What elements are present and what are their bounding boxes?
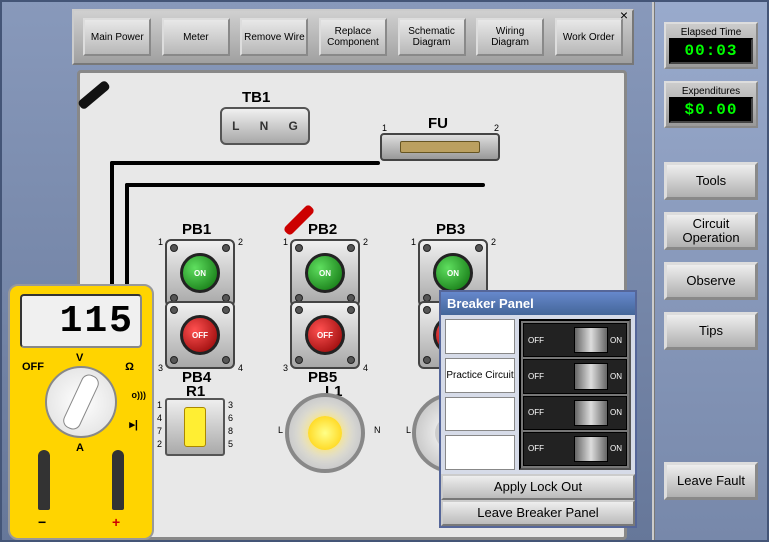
fu-pin1: 1 [382, 123, 387, 133]
tools-button[interactable]: Tools [664, 162, 758, 200]
l2-L: L [406, 425, 411, 435]
pb4-button[interactable]: OFF [165, 301, 235, 369]
dial-sound: o))) [132, 390, 147, 400]
elapsed-time-label: Elapsed Time [669, 27, 753, 38]
light-l1[interactable] [285, 393, 365, 473]
breaker-switch-4[interactable]: OFFON [523, 432, 627, 466]
pb2-button[interactable]: ON [290, 239, 360, 307]
probe-red-icon[interactable] [280, 202, 320, 242]
tb1-N: N [260, 119, 269, 133]
meter-button[interactable]: Meter [162, 18, 230, 56]
breaker-label-1 [445, 319, 515, 354]
relay-r1[interactable] [165, 398, 225, 456]
dial-off: OFF [22, 361, 44, 373]
tb1-label: TB1 [242, 89, 270, 106]
l1-L: L [278, 425, 283, 435]
bulb-on-icon [308, 416, 342, 450]
toolbar: Main Power Meter Remove Wire Replace Com… [72, 9, 634, 65]
l1-N: N [374, 425, 381, 435]
probe-neg-icon[interactable] [30, 450, 58, 530]
breaker-label-4 [445, 435, 515, 470]
dial-ohm: Ω [125, 361, 134, 373]
main-power-button[interactable]: Main Power [83, 18, 151, 56]
tb1-G: G [289, 119, 298, 133]
breaker-label-2: Practice Circuit [445, 358, 515, 393]
leave-fault-button[interactable]: Leave Fault [664, 462, 758, 500]
apply-lock-out-button[interactable]: Apply Lock Out [441, 474, 635, 500]
pb1-button[interactable]: ON [165, 239, 235, 307]
expenditures-label: Expenditures [669, 86, 753, 97]
multimeter[interactable]: 115 OFF V Ω o))) ▸| A [8, 284, 154, 540]
leave-breaker-panel-button[interactable]: Leave Breaker Panel [441, 500, 635, 526]
breaker-switch-2[interactable]: OFFON [523, 359, 627, 393]
tb1-terminal-block[interactable]: L N G [220, 107, 310, 145]
breaker-label-3 [445, 397, 515, 432]
observe-button[interactable]: Observe [664, 262, 758, 300]
breaker-switch-1[interactable]: OFFON [523, 323, 627, 357]
work-order-button[interactable]: Work Order [555, 18, 623, 56]
meter-dial[interactable] [45, 366, 117, 438]
elapsed-time-value: 00:03 [669, 38, 753, 64]
probe-black-icon[interactable] [75, 77, 115, 117]
right-rail: Elapsed Time 00:03 Expenditures $0.00 To… [652, 2, 767, 540]
wiring-diagram-button[interactable]: Wiring Diagram [476, 18, 544, 56]
dial-v: V [76, 352, 83, 364]
remove-wire-button[interactable]: Remove Wire [240, 18, 308, 56]
probe-pos-icon[interactable] [104, 450, 132, 530]
pb1-label: PB1 [182, 221, 211, 238]
dial-a: A [76, 442, 84, 454]
breaker-labels: Practice Circuit [445, 319, 515, 470]
dial-diode: ▸| [129, 418, 138, 431]
meter-reading: 115 [20, 294, 142, 348]
breaker-panel-dialog: Breaker Panel Practice Circuit OFFON OFF… [439, 290, 637, 528]
schematic-diagram-button[interactable]: Schematic Diagram [398, 18, 466, 56]
fu-label: FU [428, 115, 448, 132]
expenditures-value: $0.00 [669, 97, 753, 123]
expenditures-box: Expenditures $0.00 [664, 81, 758, 128]
elapsed-time-box: Elapsed Time 00:03 [664, 22, 758, 69]
replace-component-button[interactable]: Replace Component [319, 18, 387, 56]
fuse[interactable] [380, 133, 500, 161]
fu-pin2: 2 [494, 123, 499, 133]
breaker-panel-title: Breaker Panel [441, 292, 635, 315]
tb1-L: L [232, 119, 239, 133]
pb5-button[interactable]: OFF [290, 301, 360, 369]
pb3-label: PB3 [436, 221, 465, 238]
circuit-operation-button[interactable]: Circuit Operation [664, 212, 758, 250]
breaker-switches: OFFON OFFON OFFON OFFON [519, 319, 631, 470]
breaker-switch-3[interactable]: OFFON [523, 396, 627, 430]
tips-button[interactable]: Tips [664, 312, 758, 350]
